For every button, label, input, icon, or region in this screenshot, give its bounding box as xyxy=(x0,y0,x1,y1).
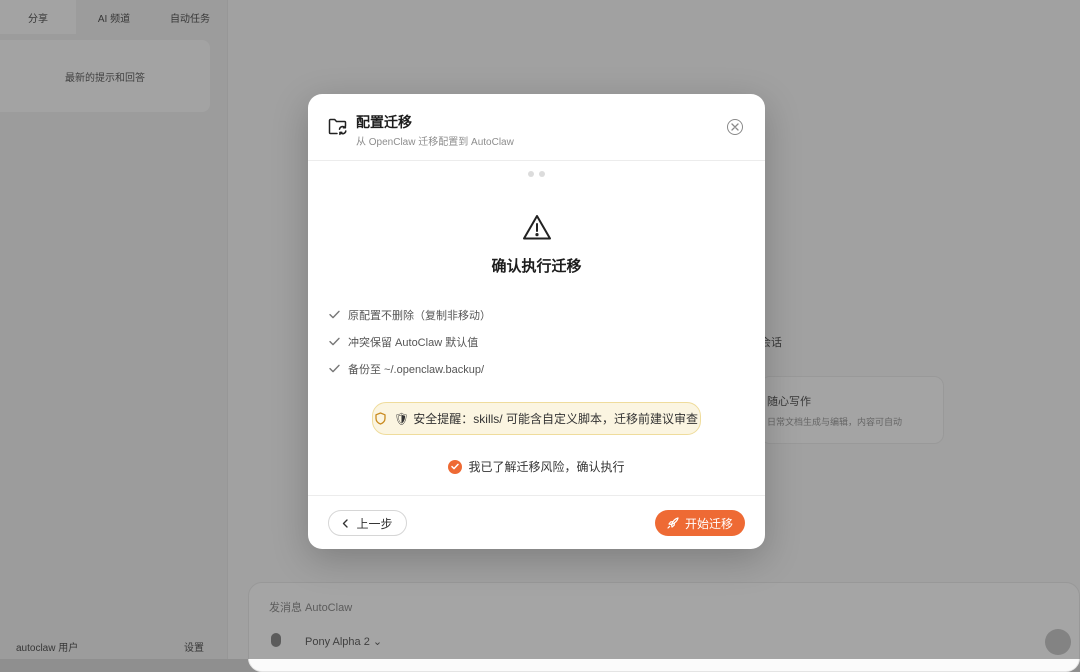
migration-checklist: 原配置不删除（复制非移动） 冲突保留 AutoClaw 默认值 备份至 ~/.o… xyxy=(329,301,491,382)
acknowledge-checkbox[interactable]: 我已了解迁移风险，确认执行 xyxy=(308,458,765,475)
warning-icon xyxy=(522,213,552,241)
config-migration-dialog: 配置迁移 从 OpenClaw 迁移配置到 AutoClaw 确认执行迁移 原配… xyxy=(308,94,765,549)
chevron-left-icon xyxy=(342,519,348,528)
dialog-title: 配置迁移 xyxy=(356,112,412,132)
safety-warning-banner: 🛡 安全提醒：skills/ 可能含自定义脚本，迁移前建议审查 xyxy=(372,402,701,435)
close-button[interactable] xyxy=(727,119,743,135)
step-dot xyxy=(528,171,534,177)
previous-step-button[interactable]: 上一步 xyxy=(328,510,407,536)
checkbox-checked-icon[interactable] xyxy=(448,460,462,474)
checklist-item: 冲突保留 AutoClaw 默认值 xyxy=(329,328,491,355)
acknowledge-label[interactable]: 我已了解迁移风险，确认执行 xyxy=(468,458,624,475)
safety-warning-text: 安全提醒：skills/ 可能含自定义脚本，迁移前建议审查 xyxy=(413,410,698,427)
confirm-heading: 确认执行迁移 xyxy=(308,255,765,276)
shield-emoji-icon: 🛡 xyxy=(394,412,409,426)
checklist-item-label: 冲突保留 AutoClaw 默认值 xyxy=(348,334,478,350)
step-indicator xyxy=(308,171,765,177)
start-migration-label: 开始迁移 xyxy=(685,515,733,532)
folder-sync-icon xyxy=(328,118,348,136)
check-icon xyxy=(329,310,340,319)
shield-icon xyxy=(375,412,386,425)
close-icon xyxy=(731,123,739,131)
checklist-item-label: 原配置不删除（复制非移动） xyxy=(348,307,491,323)
dialog-subtitle: 从 OpenClaw 迁移配置到 AutoClaw xyxy=(356,133,514,148)
dialog-header: 配置迁移 从 OpenClaw 迁移配置到 AutoClaw xyxy=(308,94,765,161)
start-migration-button[interactable]: 开始迁移 xyxy=(655,510,745,536)
checklist-item: 原配置不删除（复制非移动） xyxy=(329,301,491,328)
dialog-footer: 上一步 开始迁移 xyxy=(308,495,765,549)
previous-step-label: 上一步 xyxy=(356,515,392,532)
rocket-icon xyxy=(667,517,679,529)
check-icon xyxy=(329,364,340,373)
checklist-item-label: 备份至 ~/.openclaw.backup/ xyxy=(348,361,484,377)
check-icon xyxy=(329,337,340,346)
checklist-item: 备份至 ~/.openclaw.backup/ xyxy=(329,355,491,382)
step-dot xyxy=(539,171,545,177)
